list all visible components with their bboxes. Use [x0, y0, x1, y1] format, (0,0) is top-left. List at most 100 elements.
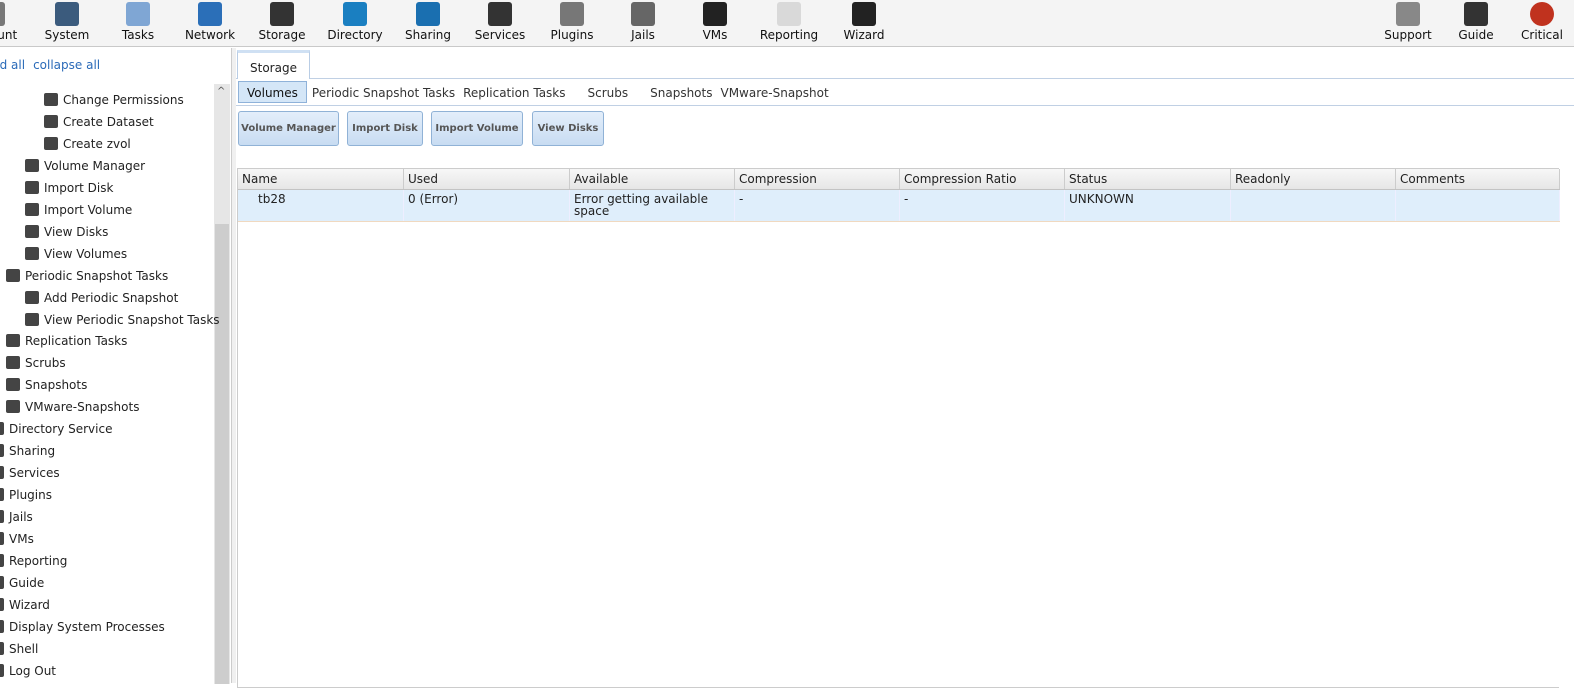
sidebar-item-change-permissions[interactable]: Change Permissions — [44, 90, 184, 110]
scrollbar-thumb[interactable] — [215, 224, 229, 684]
column-header-compression-ratio[interactable]: Compression Ratio — [900, 169, 1065, 189]
table-row[interactable]: tb28 0 (Error) Error getting available spa… — [238, 190, 1560, 222]
sidebar-item-directory-service[interactable]: Directory Service — [0, 419, 112, 439]
view-disks-button[interactable]: View Disks — [532, 111, 604, 146]
top-navigation: Account System Tasks Network Storage Director… — [0, 0, 1574, 47]
sidebar-item-snapshots[interactable]: Snapshots — [6, 375, 87, 395]
nav-label: Reporting — [759, 28, 819, 42]
nav-vms[interactable]: VMs — [679, 2, 751, 42]
sidebar-item-label: Reporting — [9, 553, 68, 568]
import-disk-button[interactable]: Import Disk — [347, 111, 423, 146]
sidebar-item-import-volume[interactable]: Import Volume — [25, 200, 132, 220]
subtab-volumes[interactable]: Volumes — [238, 81, 307, 103]
nav-label: Jails — [631, 28, 655, 42]
nav-network[interactable]: Network — [174, 2, 246, 42]
subtab-replication-tasks[interactable]: Replication Tasks — [460, 82, 568, 104]
nav-support[interactable]: Support — [1372, 2, 1444, 42]
plugins-icon — [0, 488, 4, 502]
nav-critical[interactable]: Critical — [1506, 2, 1574, 42]
sidebar-item-create-dataset[interactable]: Create Dataset — [44, 112, 154, 132]
column-header-compression[interactable]: Compression — [735, 169, 900, 189]
nav-sharing[interactable]: Sharing — [392, 2, 464, 42]
column-header-name[interactable]: Name — [238, 169, 404, 189]
column-header-used[interactable]: Used — [404, 169, 570, 189]
sidebar-item-label: Scrubs — [25, 356, 66, 371]
expand-all-link[interactable]: nd all — [0, 58, 25, 72]
services-icon — [488, 2, 512, 26]
cell-status: UNKNOWN — [1065, 190, 1231, 221]
nav-plugins[interactable]: Plugins — [536, 2, 608, 42]
sidebar-item-wizard[interactable]: Wizard — [0, 595, 50, 615]
nav-label: Network — [184, 28, 236, 42]
collapse-all-link[interactable]: collapse all — [33, 58, 100, 72]
sidebar-item-reporting[interactable]: Reporting — [0, 551, 67, 571]
volume-manager-button[interactable]: Volume Manager — [238, 111, 339, 146]
sidebar-item-view-periodic-snapshot-tasks[interactable]: View Periodic Snapshot Tasks — [25, 310, 220, 330]
cell-used: 0 (Error) — [404, 190, 570, 221]
sidebar-item-guide[interactable]: Guide — [0, 573, 44, 593]
sidebar-item-scrubs[interactable]: Scrubs — [6, 353, 66, 373]
subtab-scrubs[interactable]: Scrubs — [585, 82, 632, 104]
sidebar-tree: nd all collapse all ^ Change Permissions C… — [0, 48, 232, 684]
sidebar-item-sharing[interactable]: Sharing — [0, 441, 55, 461]
nav-reporting[interactable]: Reporting — [753, 2, 825, 42]
sidebar-item-replication-tasks[interactable]: Replication Tasks — [6, 331, 127, 351]
nav-tasks[interactable]: Tasks — [102, 2, 174, 42]
subtab-periodic-snapshot-tasks[interactable]: Periodic Snapshot Tasks — [309, 82, 458, 104]
subtab-vmware-snapshot[interactable]: VMware-Snapshot — [717, 82, 831, 104]
directory-icon — [343, 2, 367, 26]
sidebar-item-vms[interactable]: VMs — [0, 529, 34, 549]
sidebar-item-add-periodic-snapshot[interactable]: Add Periodic Snapshot — [25, 288, 178, 308]
nav-label: Account — [0, 28, 18, 42]
sidebar-item-label: Create zvol — [63, 136, 131, 151]
create-dataset-icon — [44, 114, 58, 128]
guide-icon — [1464, 2, 1488, 26]
sidebar-scrollbar[interactable]: ^ — [214, 84, 230, 684]
nav-label: Sharing — [404, 28, 452, 42]
sidebar-item-services[interactable]: Services — [0, 463, 60, 483]
sidebar-item-view-disks[interactable]: View Disks — [25, 222, 108, 242]
cell-readonly — [1231, 190, 1396, 221]
sidebar-item-display-system-processes[interactable]: Display System Processes — [0, 617, 165, 637]
divider — [236, 105, 1574, 106]
sidebar-item-periodic-snapshot-tasks[interactable]: Periodic Snapshot Tasks — [6, 266, 168, 286]
sidebar-item-label: Plugins — [9, 488, 52, 503]
sidebar-item-view-volumes[interactable]: View Volumes — [25, 244, 127, 264]
import-volume-button[interactable]: Import Volume — [431, 111, 523, 146]
nav-system[interactable]: System — [31, 2, 103, 42]
sidebar-item-vmware-snapshots[interactable]: VMware-Snapshots — [6, 397, 139, 417]
nav-account[interactable]: Account — [0, 2, 29, 42]
sidebar-item-shell[interactable]: Shell — [0, 639, 38, 659]
sharing-icon — [416, 2, 440, 26]
scroll-up-icon[interactable]: ^ — [217, 86, 225, 97]
nav-storage[interactable]: Storage — [246, 2, 318, 42]
sidebar-item-plugins[interactable]: Plugins — [0, 485, 52, 505]
column-header-readonly[interactable]: Readonly — [1231, 169, 1396, 189]
sidebar-item-label: Snapshots — [25, 378, 88, 393]
sidebar-item-create-zvol[interactable]: Create zvol — [44, 134, 131, 154]
view-disks-icon — [25, 224, 39, 238]
sidebar-item-label: Shell — [9, 641, 39, 656]
nav-wizard[interactable]: Wizard — [828, 2, 900, 42]
sidebar-item-volume-manager[interactable]: Volume Manager — [25, 156, 145, 176]
nav-directory[interactable]: Directory — [319, 2, 391, 42]
nav-guide[interactable]: Guide — [1440, 2, 1512, 42]
column-header-status[interactable]: Status — [1065, 169, 1231, 189]
nav-services[interactable]: Services — [464, 2, 536, 42]
nav-label: System — [44, 28, 90, 42]
column-header-available[interactable]: Available — [570, 169, 735, 189]
sidebar-item-jails[interactable]: Jails — [0, 507, 33, 527]
subtab-snapshots[interactable]: Snapshots — [647, 82, 715, 104]
sidebar-item-label: Replication Tasks — [25, 334, 128, 349]
reporting-icon — [777, 2, 801, 26]
sidebar-item-label: VMs — [9, 532, 34, 546]
tab-storage[interactable]: Storage — [237, 50, 310, 79]
nav-jails[interactable]: Jails — [607, 2, 679, 42]
sidebar-item-label: Directory Service — [9, 422, 113, 437]
sidebar-item-import-disk[interactable]: Import Disk — [25, 178, 113, 198]
sidebar-item-log-out[interactable]: Log Out — [0, 661, 56, 681]
account-icon — [0, 2, 5, 26]
snapshots-icon — [6, 378, 20, 392]
column-header-comments[interactable]: Comments — [1396, 169, 1560, 189]
log-out-icon — [0, 663, 4, 677]
